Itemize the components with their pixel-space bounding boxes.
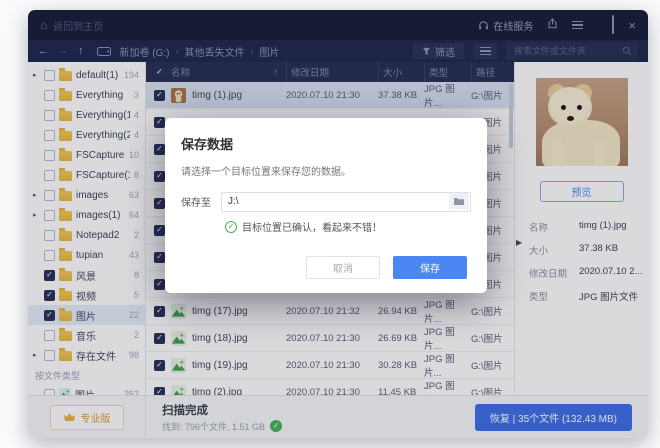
- save-path-input[interactable]: [221, 192, 471, 212]
- browse-folder-button[interactable]: [449, 193, 469, 209]
- dialog-description: 请选择一个目标位置来保存您的数据。: [181, 163, 471, 178]
- dialog-title: 保存数据: [181, 134, 471, 153]
- save-button[interactable]: 保存: [393, 256, 467, 279]
- confirm-check-icon: [225, 221, 237, 233]
- browse-folder-icon: [454, 197, 464, 205]
- app-window: ⌂ 返回到主页 在线服务: [28, 10, 648, 438]
- target-confirmed-message: 目标位置已确认，看起来不错！: [225, 219, 471, 234]
- save-data-dialog: 保存数据 请选择一个目标位置来保存您的数据。 保存至 目标位置已确认，看起来不错…: [165, 118, 487, 293]
- cancel-button[interactable]: 取消: [306, 256, 380, 279]
- save-to-row: 保存至: [181, 191, 471, 211]
- confirm-text: 目标位置已确认，看起来不错！: [242, 219, 382, 234]
- desktop-background: ⌂ 返回到主页 在线服务: [0, 0, 660, 448]
- save-path-field: [221, 191, 471, 211]
- dialog-buttons: 取消 保存: [306, 256, 467, 279]
- save-to-label: 保存至: [181, 194, 211, 209]
